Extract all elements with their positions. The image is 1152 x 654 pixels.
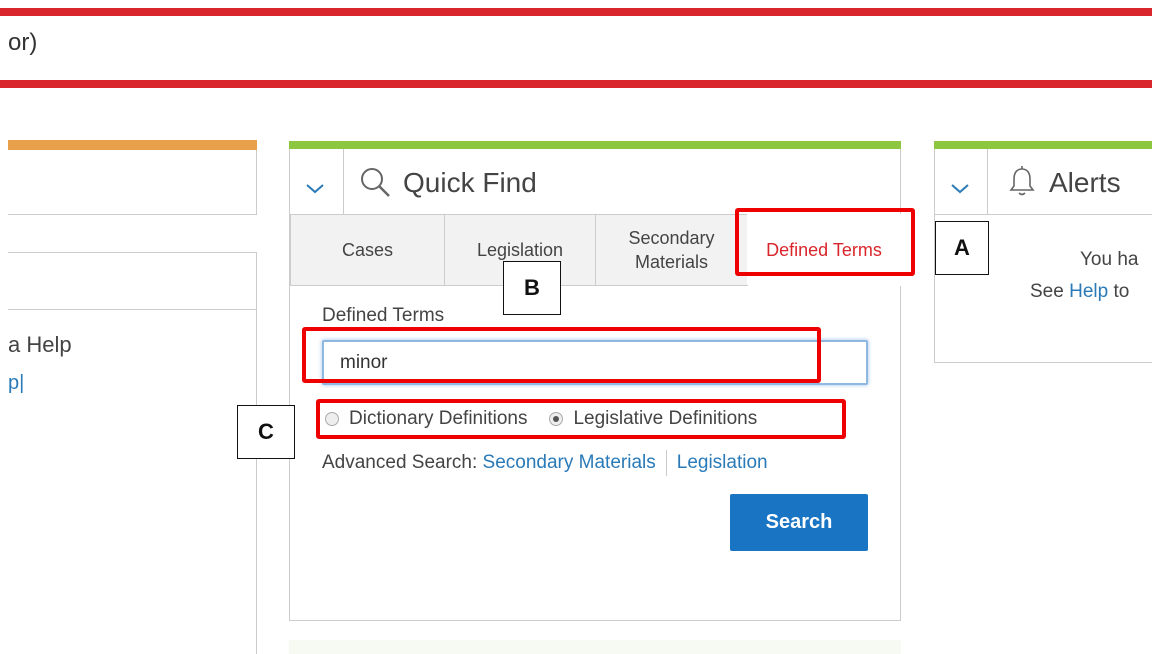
chevron-down-icon[interactable]: [948, 176, 972, 200]
search-button[interactable]: Search: [730, 494, 868, 551]
left-help-link[interactable]: p|: [8, 372, 24, 395]
tab-label: Legislation: [476, 240, 564, 260]
left-panel-header: [8, 150, 257, 215]
top-red-line: [0, 8, 1152, 16]
left-panel-accent: [8, 140, 257, 150]
annotation-c: C: [237, 405, 295, 459]
defined-terms-label: Defined Terms: [322, 305, 445, 326]
tab-label: Secondary Materials: [628, 228, 715, 272]
alerts-accent: [934, 141, 1152, 149]
advanced-secondary-materials-link[interactable]: Secondary Materials: [483, 452, 656, 474]
link-separator: [665, 450, 667, 476]
highlight-search-input: [302, 327, 821, 383]
banner-text: or): [8, 29, 38, 56]
alerts-header-divider: [987, 149, 988, 214]
left-panel-section: [8, 252, 257, 310]
left-help-text: a Help: [8, 332, 72, 357]
search-icon: [361, 168, 390, 197]
advanced-search-row: Advanced Search: Secondary Materials Leg…: [322, 450, 768, 476]
advanced-search-label: Advanced Search:: [322, 452, 478, 473]
tab-cases[interactable]: Cases: [290, 214, 445, 286]
bell-icon: [1009, 166, 1035, 196]
alerts-help-prefix: See: [1030, 281, 1070, 302]
tab-secondary-materials[interactable]: Secondary Materials: [595, 214, 748, 286]
next-panel-edge: [289, 640, 901, 654]
highlight-defined-terms-tab: [735, 208, 915, 276]
annotation-b: B: [503, 261, 561, 315]
left-panel-border: [256, 310, 257, 654]
alerts-message: You ha: [1080, 249, 1139, 270]
alerts-help-line: See Help to: [1030, 281, 1129, 303]
quick-find-accent: [289, 141, 901, 149]
alerts-help-link[interactable]: Help: [1069, 281, 1108, 302]
quick-find-header-divider: [343, 149, 344, 214]
advanced-legislation-link[interactable]: Legislation: [677, 452, 768, 474]
annotation-a: A: [935, 221, 989, 275]
quick-find-title: Quick Find: [403, 167, 537, 198]
alerts-help-suffix: to: [1108, 281, 1130, 302]
chevron-down-icon[interactable]: [303, 176, 327, 200]
bottom-red-line: [0, 80, 1152, 88]
highlight-radio-options: [316, 399, 846, 439]
tab-label: Cases: [341, 240, 394, 260]
alerts-header-border: [934, 214, 1152, 215]
alerts-title: Alerts: [1049, 167, 1121, 198]
